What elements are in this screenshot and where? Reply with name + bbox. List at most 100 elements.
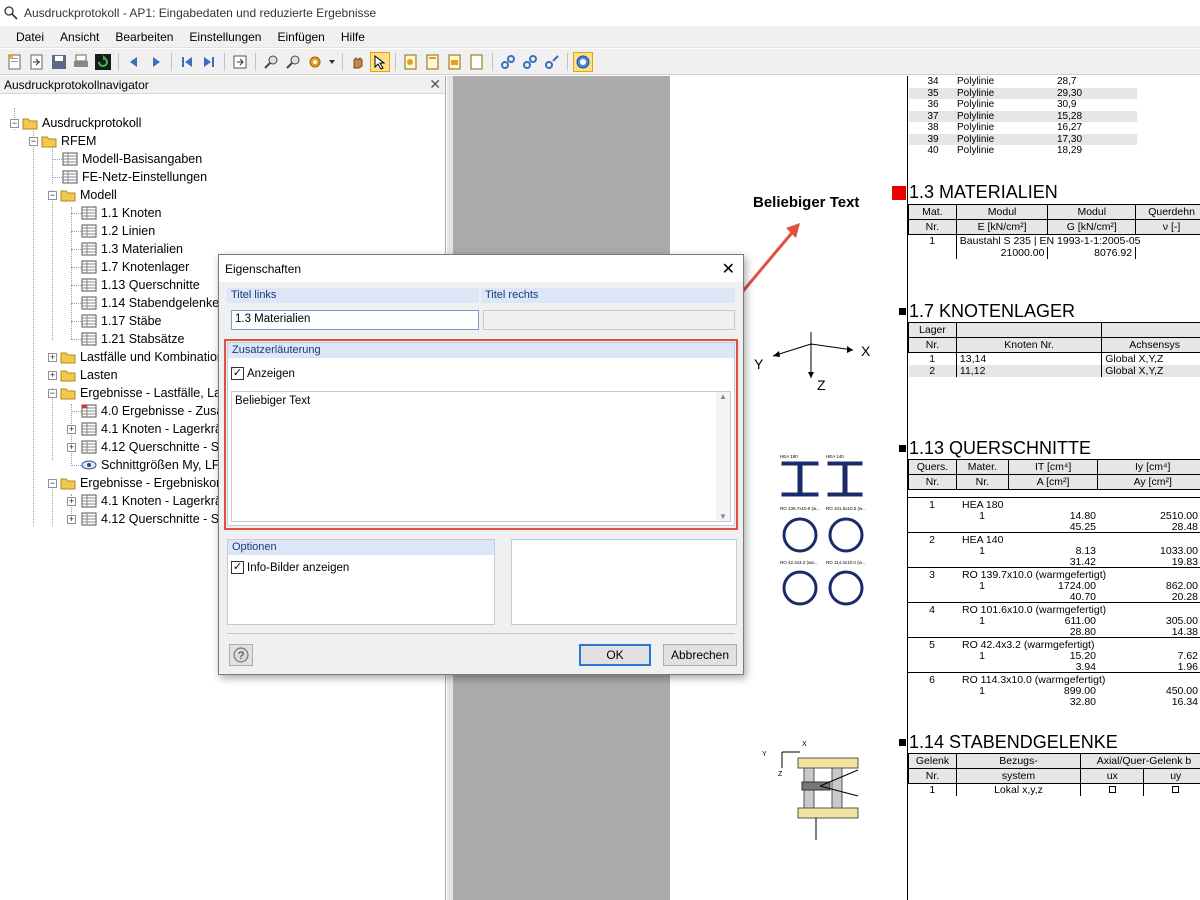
tree-item-modell[interactable]: Modell — [60, 186, 117, 204]
titel-links-input[interactable]: 1.3 Materialien — [231, 310, 479, 330]
svg-text:X: X — [802, 741, 807, 748]
blank-page-icon[interactable] — [468, 53, 486, 71]
page-settings-icon[interactable] — [402, 53, 420, 71]
menu-einstellungen[interactable]: Einstellungen — [181, 30, 269, 44]
tree-item-ek-knoten-lagerkraefte[interactable]: 4.1 Knoten - Lagerkräft — [81, 492, 229, 510]
table-icon — [81, 206, 97, 220]
tree-item-ergebnisse-ergebniskombinationen[interactable]: Ergebnisse - Ergebniskomb — [60, 474, 234, 492]
page-layout-icon[interactable] — [446, 53, 464, 71]
svg-text:RO 42.4x3.2 (wa...: RO 42.4x3.2 (wa... — [780, 560, 818, 565]
collapse-toggle[interactable]: − — [29, 137, 38, 146]
print-report-icon — [4, 6, 18, 20]
table-row: 21000.00 8076.92 — [909, 247, 1200, 259]
table-row: 1 Lokal x,y,z — [909, 783, 1200, 796]
collapse-toggle[interactable]: − — [48, 389, 57, 398]
preview-area — [511, 539, 737, 625]
last-icon[interactable] — [200, 53, 218, 71]
help-button[interactable]: ? — [229, 644, 253, 666]
settings-icon[interactable] — [306, 53, 324, 71]
ok-button[interactable]: OK — [579, 644, 651, 666]
table-icon — [81, 278, 97, 292]
collapse-toggle[interactable]: − — [10, 119, 19, 128]
close-icon[interactable]: ✕ — [722, 259, 735, 279]
expand-toggle[interactable]: + — [67, 425, 76, 434]
first-icon[interactable] — [178, 53, 196, 71]
table-icon — [81, 242, 97, 256]
export-icon[interactable] — [231, 53, 249, 71]
tree-item-ergebnisse-lastfaelle[interactable]: Ergebnisse - Lastfälle, Last — [60, 384, 231, 402]
report-page[interactable]: 34 Polylinie 28,7 35 Polylinie 29,30 36 Polyl… — [670, 76, 1200, 900]
eye-icon — [81, 460, 97, 470]
tree-item-lastfaelle[interactable]: Lastfälle und Kombination — [60, 348, 224, 366]
close-navigator-icon[interactable]: ✕ — [429, 76, 441, 93]
tree-item-ausdruckprotokoll[interactable]: Ausdruckprotokoll — [22, 114, 141, 132]
table-row: 1 13,14 Global X,Y,Z — [909, 352, 1200, 365]
dropdown-arrow-icon[interactable] — [328, 53, 336, 71]
cell-mat: 1 — [979, 685, 985, 697]
zoom-in-icon[interactable] — [262, 53, 280, 71]
svg-text:RO 101.6x10.0 (w...: RO 101.6x10.0 (w... — [826, 506, 866, 511]
tree-item-lasten[interactable]: Lasten — [60, 366, 118, 384]
tree-item-modell-basisangaben[interactable]: Modell-Basisangaben — [62, 150, 202, 168]
table-row: 38 Polylinie 16,27 — [927, 122, 1083, 134]
cell-nr: 2 — [929, 534, 935, 546]
cell-mat: 1 — [979, 580, 985, 592]
tree-item-staebe[interactable]: 1.17 Stäbe — [81, 312, 161, 330]
menu-datei[interactable]: Datei — [8, 30, 52, 44]
collapse-toggle[interactable]: − — [48, 191, 57, 200]
coordinate-axes-graphic: X Y Z — [754, 332, 871, 393]
help-search-icon[interactable] — [573, 51, 593, 72]
tree-item-querschnitte[interactable]: 1.13 Querschnitte — [81, 276, 200, 294]
cell-nr: 6 — [929, 674, 935, 686]
page-header-icon[interactable] — [424, 53, 442, 71]
svg-text:RO 114.3x10.0 (w...: RO 114.3x10.0 (w... — [826, 560, 865, 565]
tree-item-knotenlager[interactable]: 1.7 Knotenlager — [81, 258, 189, 276]
expand-toggle[interactable]: + — [67, 443, 76, 452]
link-edit-icon[interactable] — [521, 53, 539, 71]
menu-bearbeiten[interactable]: Bearbeiten — [107, 30, 181, 44]
tree-item-fe-netz-einstellungen[interactable]: FE-Netz-Einstellungen — [62, 168, 207, 186]
print-icon[interactable] — [72, 53, 90, 71]
tree-item-knoten-lagerkraefte[interactable]: 4.1 Knoten - Lagerkräft — [81, 420, 229, 438]
section-knotenlager-heading: 1.7 KNOTENLAGER — [899, 301, 1075, 322]
expand-toggle[interactable]: + — [48, 371, 57, 380]
tree-item-schnittgroessen-my[interactable]: Schnittgrößen My, LF1 — [81, 456, 227, 474]
next-icon[interactable] — [147, 53, 165, 71]
cancel-button[interactable]: Abbrechen — [663, 644, 737, 666]
tree-item-querschnitte-schnittgroessen[interactable]: 4.12 Querschnitte - Sch — [81, 438, 232, 456]
link-icon[interactable] — [499, 53, 517, 71]
menu-hilfe[interactable]: Hilfe — [333, 30, 373, 44]
folder-icon — [60, 388, 76, 400]
table-icon — [81, 314, 97, 328]
select-tool-icon[interactable] — [370, 51, 390, 72]
table-icon — [81, 422, 97, 436]
cell-a: 32.80 — [1069, 696, 1096, 708]
info-bilder-checkbox[interactable]: ✓ Info-Bilder anzeigen — [231, 561, 349, 574]
expand-toggle[interactable]: + — [67, 515, 76, 524]
help-icon: ? — [233, 647, 249, 663]
titel-rechts-input[interactable] — [483, 310, 735, 330]
refresh-icon[interactable] — [94, 53, 112, 71]
tree-item-linien[interactable]: 1.2 Linien — [81, 222, 155, 240]
hand-tool-icon[interactable] — [349, 53, 367, 71]
save-icon[interactable] — [50, 53, 68, 71]
menu-ansicht[interactable]: Ansicht — [52, 30, 107, 44]
annotation-text: Beliebiger Text — [753, 194, 860, 211]
tree-item-stabendgelenke[interactable]: 1.14 Stabendgelenke — [81, 294, 219, 312]
tree-item-materialien[interactable]: 1.3 Materialien — [81, 240, 183, 258]
menu-einfuegen[interactable]: Einfügen — [269, 30, 332, 44]
tree-item-knoten[interactable]: 1.1 Knoten — [81, 204, 161, 222]
collapse-toggle[interactable]: − — [48, 479, 57, 488]
unlink-icon[interactable] — [543, 53, 561, 71]
new-doc-icon[interactable] — [6, 53, 24, 71]
tree-item-rfem[interactable]: RFEM — [41, 132, 96, 150]
open-icon[interactable] — [28, 53, 46, 71]
cell-nr: 1 — [929, 499, 935, 511]
tree-item-stabsaetze[interactable]: 1.21 Stabsätze — [81, 330, 184, 348]
tree-item-ek-querschnitte[interactable]: 4.12 Querschnitte - Sch — [81, 510, 232, 528]
expand-toggle[interactable]: + — [48, 353, 57, 362]
tree-item-ergebnisse-zusammenfassung[interactable]: 4.0 Ergebnisse - Zusam — [81, 402, 234, 420]
zoom-out-icon[interactable] — [284, 53, 302, 71]
previous-icon[interactable] — [125, 53, 143, 71]
expand-toggle[interactable]: + — [67, 497, 76, 506]
